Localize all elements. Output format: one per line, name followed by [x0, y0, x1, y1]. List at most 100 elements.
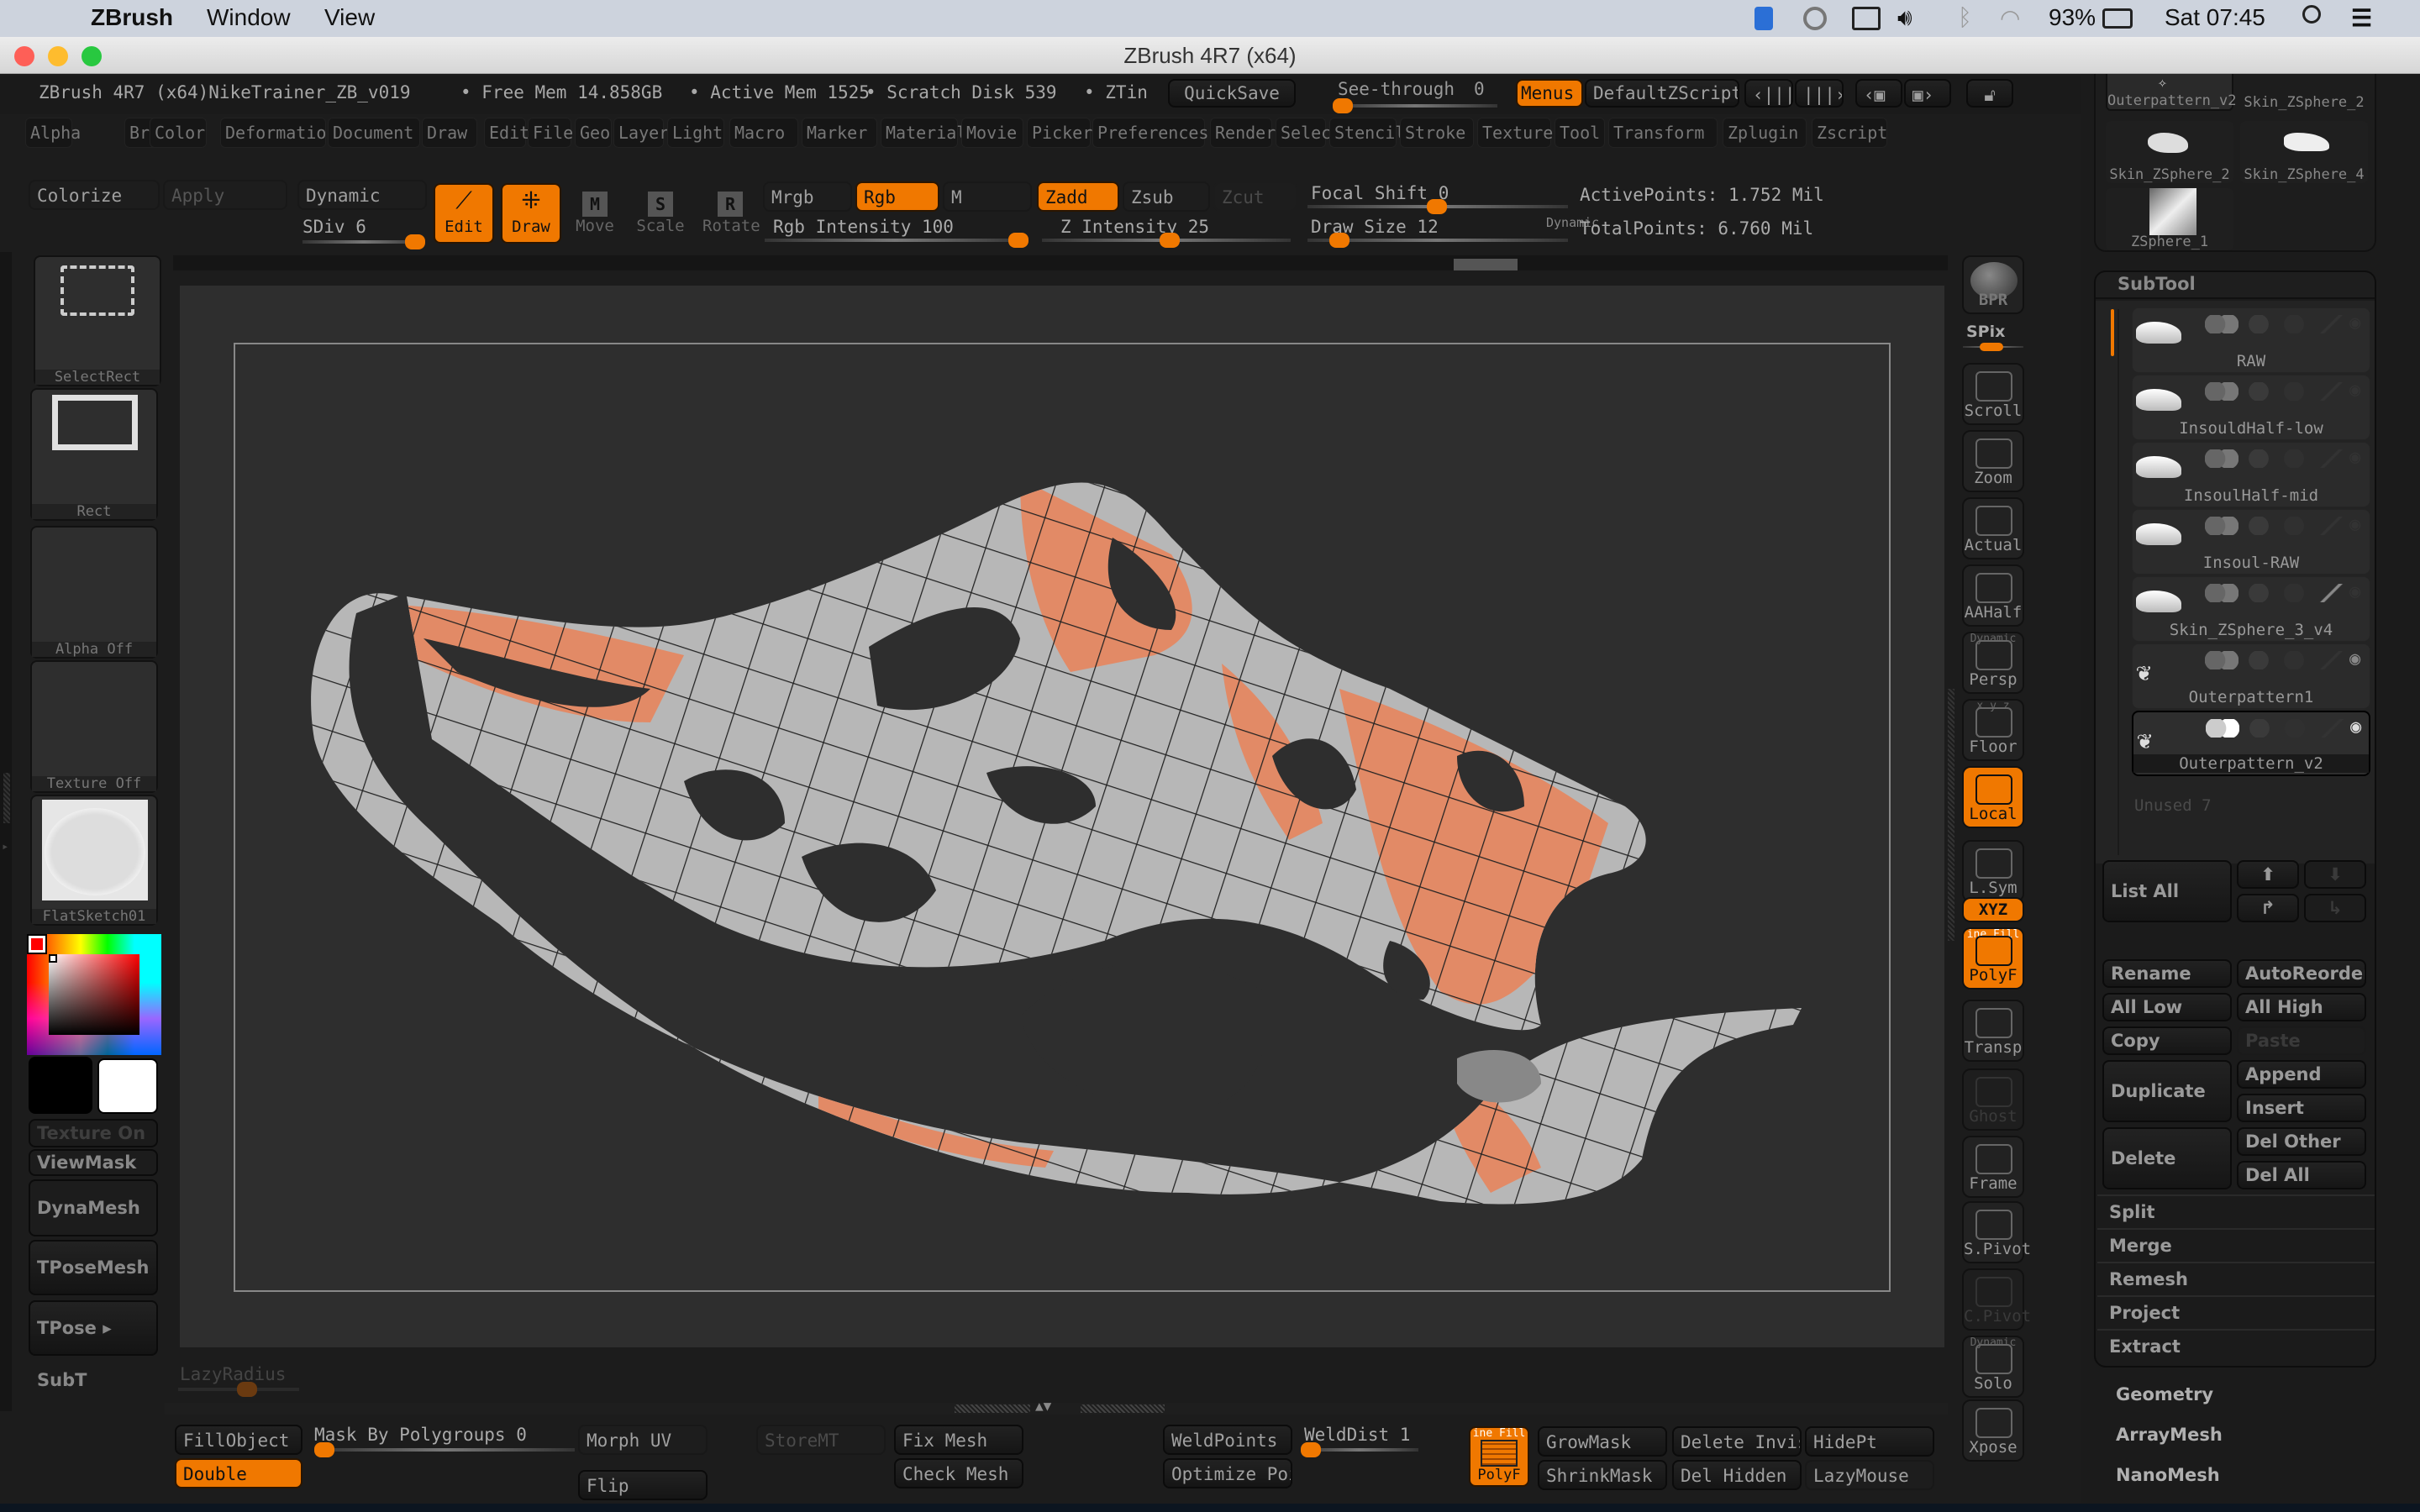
- hide-pt-button[interactable]: HidePt: [1805, 1426, 1934, 1457]
- menu-render[interactable]: Render: [1210, 118, 1276, 148]
- notification-center-icon[interactable]: ☰: [2351, 4, 2372, 32]
- layout-left-icon[interactable]: ‹▣: [1855, 79, 1902, 108]
- quicksave-button[interactable]: QuickSave: [1168, 79, 1296, 108]
- menu-marker[interactable]: Marker: [802, 118, 877, 148]
- menu-alpha[interactable]: Alpha: [25, 118, 81, 148]
- fix-mesh-button[interactable]: Fix Mesh: [894, 1425, 1023, 1455]
- l-sym-button[interactable]: L.Sym: [1962, 840, 2024, 902]
- material-toggle-icon[interactable]: [2245, 382, 2272, 401]
- brush-icon[interactable]: [2317, 517, 2344, 535]
- rename-button[interactable]: Rename: [2102, 959, 2232, 988]
- layout-right-icon[interactable]: ▣›: [1904, 79, 1951, 108]
- visibility-eye-icon[interactable]: ◉: [2349, 449, 2373, 468]
- material-toggle-icon[interactable]: [2245, 517, 2272, 535]
- morph-uv-button[interactable]: Morph UV: [578, 1425, 708, 1455]
- apply-button[interactable]: Apply: [163, 180, 287, 210]
- menu-draw[interactable]: Draw: [422, 118, 477, 148]
- move-mode-button[interactable]: M Move: [570, 188, 620, 244]
- rgb-intensity-knob[interactable]: [1008, 233, 1028, 248]
- weld-dist-knob[interactable]: [1301, 1442, 1321, 1457]
- document-canvas[interactable]: [180, 286, 1944, 1347]
- autoreorder-button[interactable]: AutoReorder: [2237, 959, 2366, 988]
- bluetooth-icon[interactable]: ᛒ: [1958, 4, 1972, 31]
- copy-button[interactable]: Copy: [2102, 1026, 2232, 1055]
- dynamic-subdiv-icon[interactable]: [2281, 517, 2307, 535]
- bottom-tray-toggle-icon[interactable]: ▲▼: [1035, 1398, 1051, 1414]
- draw-mode-button[interactable]: ⁜ Draw: [501, 183, 561, 244]
- draw-size-slider[interactable]: [1307, 233, 1568, 248]
- dynamic-subdiv-icon[interactable]: [2281, 584, 2307, 602]
- tool-section-arraymesh[interactable]: ArrayMesh: [2116, 1425, 2223, 1445]
- solo-button[interactable]: Dynamic Solo: [1962, 1336, 2024, 1398]
- rotate-mode-button[interactable]: R Rotate: [702, 188, 760, 244]
- secondary-color-swatch[interactable]: [97, 1058, 158, 1114]
- battery-charging-icon[interactable]: [2102, 8, 2133, 29]
- brush-icon[interactable]: [2317, 651, 2344, 669]
- polyf-bottom-button[interactable]: ine Fill PolyF: [1469, 1426, 1529, 1487]
- subtool-item[interactable]: ◉ Skin_ZSphere_3_v4: [2132, 576, 2370, 642]
- default-zscript-button[interactable]: DefaultZScript: [1585, 79, 1739, 108]
- stroke-selectrect-thumb[interactable]: SelectRect: [34, 255, 161, 386]
- flip-button[interactable]: Flip: [578, 1470, 708, 1500]
- menu-file[interactable]: File: [528, 118, 573, 148]
- optimize-points-button[interactable]: Optimize Poi: [1163, 1458, 1292, 1488]
- menu-light[interactable]: Light: [667, 118, 724, 148]
- minimize-window-button[interactable]: [48, 46, 68, 66]
- persp-button[interactable]: Dynamic Persp: [1962, 632, 2024, 694]
- menu-material[interactable]: Material: [881, 118, 966, 148]
- menu-zplugin[interactable]: Zplugin: [1723, 118, 1807, 148]
- see-through-knob[interactable]: [1333, 98, 1353, 113]
- zsub-button[interactable]: Zsub: [1123, 181, 1210, 212]
- rgb-button[interactable]: Rgb: [855, 181, 939, 212]
- check-mesh-button[interactable]: Check Mesh: [894, 1458, 1023, 1488]
- menu-layer[interactable]: Layer: [613, 118, 669, 148]
- move-down-arrow-icon[interactable]: ⬇: [2304, 860, 2366, 889]
- saturation-value-square[interactable]: [49, 954, 139, 1035]
- brush-icon[interactable]: [2317, 382, 2344, 401]
- floor-button[interactable]: x y z Floor: [1962, 699, 2024, 761]
- viewmask-button[interactable]: ViewMask: [29, 1149, 158, 1176]
- dynamic-subdiv-icon[interactable]: [2281, 315, 2307, 333]
- all-high-button[interactable]: All High: [2237, 993, 2366, 1021]
- colorize-button[interactable]: Colorize: [29, 180, 160, 210]
- focal-shift-knob[interactable]: [1427, 199, 1447, 214]
- menus-toggle[interactable]: Menus: [1516, 79, 1583, 108]
- s-pivot-button[interactable]: S.Pivot: [1962, 1201, 2031, 1263]
- spotlight-search-icon[interactable]: [2302, 5, 2321, 24]
- duplicate-button[interactable]: Duplicate: [2102, 1060, 2232, 1122]
- menu-geo[interactable]: Geo: [575, 118, 612, 148]
- menu-document[interactable]: Document: [328, 118, 420, 148]
- all-low-button[interactable]: All Low: [2102, 993, 2232, 1021]
- texture-on-button[interactable]: Texture On: [29, 1119, 158, 1147]
- dynamic-subdiv-icon[interactable]: [2281, 719, 2308, 738]
- menu-window[interactable]: Window: [207, 4, 291, 31]
- material-toggle-icon[interactable]: [2246, 719, 2273, 738]
- menu-picker[interactable]: Picker: [1027, 118, 1092, 148]
- menu-stencil[interactable]: Stencil: [1329, 118, 1405, 148]
- del-other-button[interactable]: Del Other: [2237, 1127, 2366, 1156]
- del-all-button[interactable]: Del All: [2237, 1161, 2366, 1189]
- move-up-arrow-icon[interactable]: ⬆: [2237, 860, 2299, 889]
- grow-mask-button[interactable]: GrowMask: [1538, 1426, 1667, 1457]
- subtool-header[interactable]: SubTool: [2096, 272, 2375, 299]
- material-toggle-icon[interactable]: [2245, 315, 2272, 333]
- menu-texture[interactable]: Texture: [1477, 118, 1553, 148]
- weld-dist-slider[interactable]: [1301, 1442, 1418, 1457]
- main-color-swatch[interactable]: [29, 1057, 92, 1114]
- m-button[interactable]: M: [943, 181, 1032, 212]
- subtool-section-split[interactable]: Split: [2097, 1194, 2375, 1228]
- polyf-button[interactable]: ine Fill PolyF: [1962, 927, 2024, 990]
- select-down-arrow-icon[interactable]: ↳: [2304, 894, 2366, 922]
- zoom-button[interactable]: Zoom: [1962, 430, 2024, 492]
- visibility-eye-icon[interactable]: ◉: [2349, 650, 2373, 669]
- display-icon[interactable]: [1852, 7, 1881, 30]
- sdiv-slider[interactable]: [302, 234, 425, 249]
- polypaint-toggle-icon[interactable]: [2205, 315, 2238, 333]
- zadd-button[interactable]: Zadd: [1037, 181, 1119, 212]
- menu-color[interactable]: Color: [150, 118, 207, 148]
- tray-left-icon[interactable]: ‹|||: [1744, 79, 1793, 108]
- right-tray-grip[interactable]: [1948, 689, 1954, 941]
- tpose-subt-button[interactable]: TPose ▸ SubT: [29, 1300, 158, 1390]
- brush-icon[interactable]: [2317, 449, 2344, 468]
- menu-view[interactable]: View: [324, 4, 375, 31]
